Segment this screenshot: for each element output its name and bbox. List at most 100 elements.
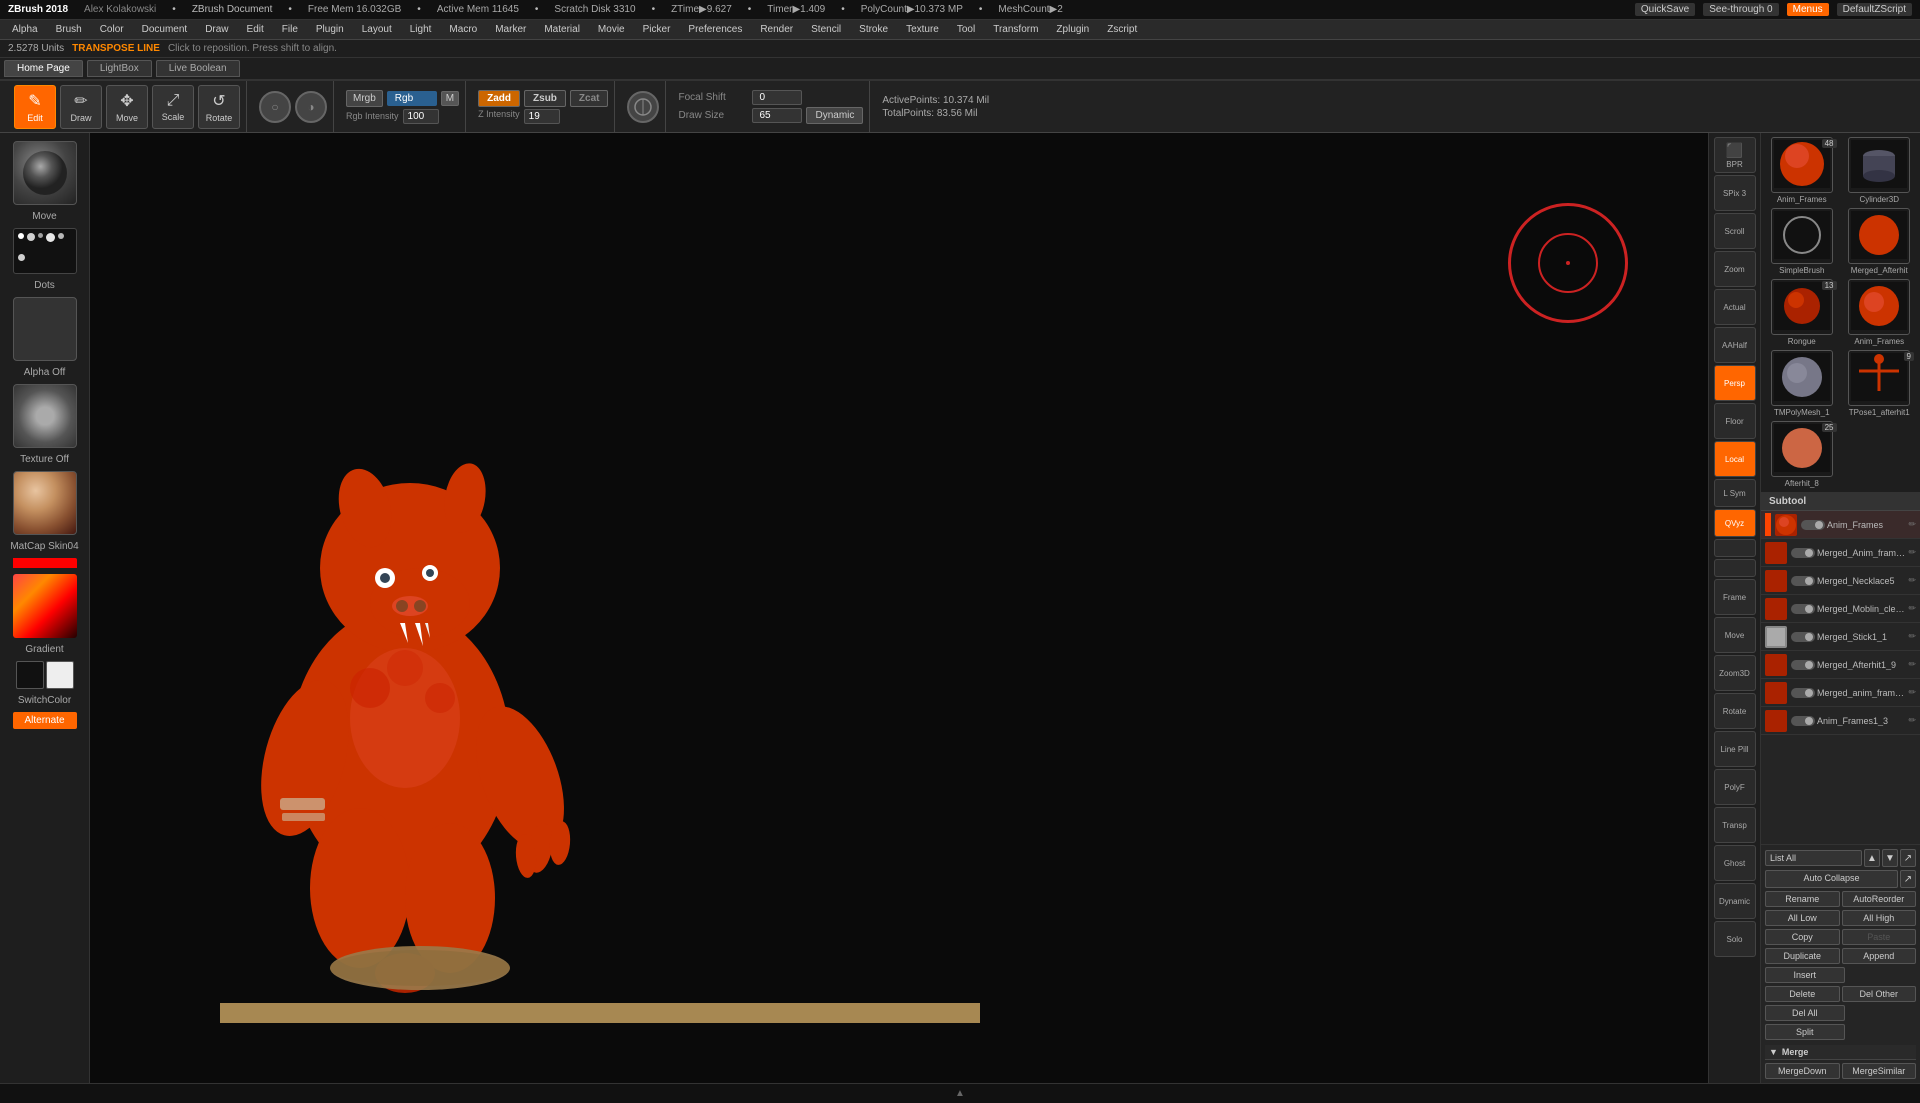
subtool-merged-stick-toggle[interactable]: [1791, 632, 1815, 642]
zsub-button[interactable]: Zsub: [524, 90, 566, 107]
edit-button[interactable]: ✎ Edit: [14, 85, 56, 129]
menu-light[interactable]: Light: [402, 22, 440, 37]
list-arrow-up[interactable]: ▲: [1864, 849, 1880, 867]
subtool-merged-anim28-toggle[interactable]: [1791, 688, 1815, 698]
palette-cylinder3d[interactable]: Cylinder3D: [1843, 137, 1917, 204]
actual-button[interactable]: Actual: [1714, 289, 1756, 325]
list-right-arrow[interactable]: ↗: [1900, 849, 1916, 867]
palette-tpose[interactable]: 9 TPose1_afterhit1: [1843, 350, 1917, 417]
menu-material[interactable]: Material: [536, 22, 588, 37]
menu-render[interactable]: Render: [752, 22, 801, 37]
polyf-button[interactable]: PolyF: [1714, 769, 1756, 805]
see-through-button[interactable]: See-through 0: [1703, 3, 1778, 16]
merge-section-header[interactable]: ▼ Merge: [1765, 1045, 1916, 1060]
zoom-button[interactable]: Zoom: [1714, 251, 1756, 287]
symmetry-button[interactable]: [627, 91, 659, 123]
menu-macro[interactable]: Macro: [441, 22, 485, 37]
subtool-merged-afterhit9[interactable]: Merged_Afterhit1_9 ✏: [1761, 651, 1920, 679]
list-arrow-down[interactable]: ▼: [1882, 849, 1898, 867]
subtool-merged-afterhit9-toggle[interactable]: [1791, 660, 1815, 670]
canvas-area[interactable]: [90, 133, 1708, 1083]
matcap-preview[interactable]: [13, 471, 77, 535]
dynamic-button[interactable]: Dynamic: [806, 107, 863, 124]
all-high-button[interactable]: All High: [1842, 910, 1917, 926]
subtool-merged-necklace5[interactable]: Merged_Necklace5 ✏: [1761, 567, 1920, 595]
subtool-anim-frames[interactable]: Anim_Frames ✏: [1761, 511, 1920, 539]
color-picker[interactable]: [13, 574, 77, 638]
rename-button[interactable]: Rename: [1765, 891, 1840, 907]
circle-btn-1[interactable]: ○: [259, 91, 291, 123]
rotate-button[interactable]: ↺ Rotate: [198, 85, 240, 129]
menu-draw[interactable]: Draw: [197, 22, 236, 37]
menu-zscript[interactable]: Zscript: [1099, 22, 1145, 37]
btn-p1[interactable]: [1714, 539, 1756, 557]
palette-merged-afterhit[interactable]: Merged_Afterhit: [1843, 208, 1917, 275]
del-other-button[interactable]: Del Other: [1842, 986, 1917, 1002]
ghost-button[interactable]: Ghost: [1714, 845, 1756, 881]
lsym-button[interactable]: L Sym: [1714, 479, 1756, 507]
subtool-anim-edit-icon[interactable]: ✏: [1908, 519, 1916, 530]
zoom3d-button[interactable]: Zoom3D: [1714, 655, 1756, 691]
subtool-merged-moblin[interactable]: Merged_Moblin_clean8 ✏: [1761, 595, 1920, 623]
focal-shift-value[interactable]: 0: [752, 90, 802, 105]
menu-stencil[interactable]: Stencil: [803, 22, 849, 37]
palette-rongue[interactable]: 13 Rongue: [1765, 279, 1839, 346]
subtool-merged-anim3[interactable]: Merged_Anim_frames3 ✏: [1761, 539, 1920, 567]
alternate-button[interactable]: Alternate: [13, 712, 77, 729]
zcat-button[interactable]: Zcat: [570, 90, 609, 107]
subtool-merged-necklace5-toggle[interactable]: [1791, 576, 1815, 586]
local-button[interactable]: Local: [1714, 441, 1756, 477]
alpha-preview[interactable]: [13, 297, 77, 361]
rgb-intensity-value[interactable]: 100: [403, 109, 439, 124]
texture-preview[interactable]: [13, 384, 77, 448]
menu-zplugin[interactable]: Zplugin: [1048, 22, 1097, 37]
subtool-merged-moblin-edit-icon[interactable]: ✏: [1908, 603, 1916, 614]
dots-preview[interactable]: [13, 228, 77, 274]
auto-collapse-arrow[interactable]: ↗: [1900, 870, 1916, 888]
subtool-merged-necklace5-edit-icon[interactable]: ✏: [1908, 575, 1916, 586]
move3d-button[interactable]: Move: [1714, 617, 1756, 653]
palette-simplebrush[interactable]: SimpleBrush: [1765, 208, 1839, 275]
tab-lightbox[interactable]: LightBox: [87, 60, 152, 77]
list-all-button[interactable]: List All: [1765, 850, 1862, 866]
aahalf-button[interactable]: AAHalf: [1714, 327, 1756, 363]
menu-preferences[interactable]: Preferences: [680, 22, 750, 37]
menu-color[interactable]: Color: [92, 22, 132, 37]
mrgb-button[interactable]: Mrgb: [346, 90, 383, 107]
btn-p2[interactable]: [1714, 559, 1756, 577]
subtool-merged-anim28[interactable]: Merged_anim_frames1_28 ✏: [1761, 679, 1920, 707]
subtool-merged-stick-edit-icon[interactable]: ✏: [1908, 631, 1916, 642]
subtool-header[interactable]: Subtool: [1761, 493, 1920, 511]
rgb-button[interactable]: Rgb: [387, 91, 437, 106]
menu-tool[interactable]: Tool: [949, 22, 983, 37]
duplicate-button[interactable]: Duplicate: [1765, 948, 1840, 964]
copy-button[interactable]: Copy: [1765, 929, 1840, 945]
z-intensity-value[interactable]: 19: [524, 109, 560, 124]
menu-plugin[interactable]: Plugin: [308, 22, 352, 37]
subtool-anim-toggle[interactable]: [1801, 520, 1825, 530]
linepill-button[interactable]: Line Pill: [1714, 731, 1756, 767]
zadd-button[interactable]: Zadd: [478, 90, 520, 107]
circle-btn-2[interactable]: ◑: [295, 91, 327, 123]
menu-movie[interactable]: Movie: [590, 22, 633, 37]
menu-marker[interactable]: Marker: [487, 22, 534, 37]
paste-button[interactable]: Paste: [1842, 929, 1917, 945]
subtool-merged-moblin-toggle[interactable]: [1791, 604, 1815, 614]
solo-button[interactable]: Solo: [1714, 921, 1756, 957]
del-all-button[interactable]: Del All: [1765, 1005, 1845, 1021]
all-low-button[interactable]: All Low: [1765, 910, 1840, 926]
swatch-white[interactable]: [46, 661, 74, 689]
menus-button[interactable]: Menus: [1787, 3, 1829, 16]
subtool-merged-anim28-edit-icon[interactable]: ✏: [1908, 687, 1916, 698]
brush-preview[interactable]: [13, 141, 77, 205]
tab-homepage[interactable]: Home Page: [4, 60, 83, 77]
draw-size-value[interactable]: 65: [752, 108, 802, 123]
palette-afterhit8[interactable]: 25 Afterhit_8: [1765, 421, 1839, 488]
subtool-merged-stick[interactable]: Merged_Stick1_1 ✏: [1761, 623, 1920, 651]
merge-similar-button[interactable]: MergeSimilar: [1842, 1063, 1917, 1079]
transp-button[interactable]: Transp: [1714, 807, 1756, 843]
m-button[interactable]: M: [441, 91, 459, 106]
rotate3d-button[interactable]: Rotate: [1714, 693, 1756, 729]
subtool-merged-afterhit9-edit-icon[interactable]: ✏: [1908, 659, 1916, 670]
palette-anim-frames2[interactable]: Anim_Frames: [1843, 279, 1917, 346]
